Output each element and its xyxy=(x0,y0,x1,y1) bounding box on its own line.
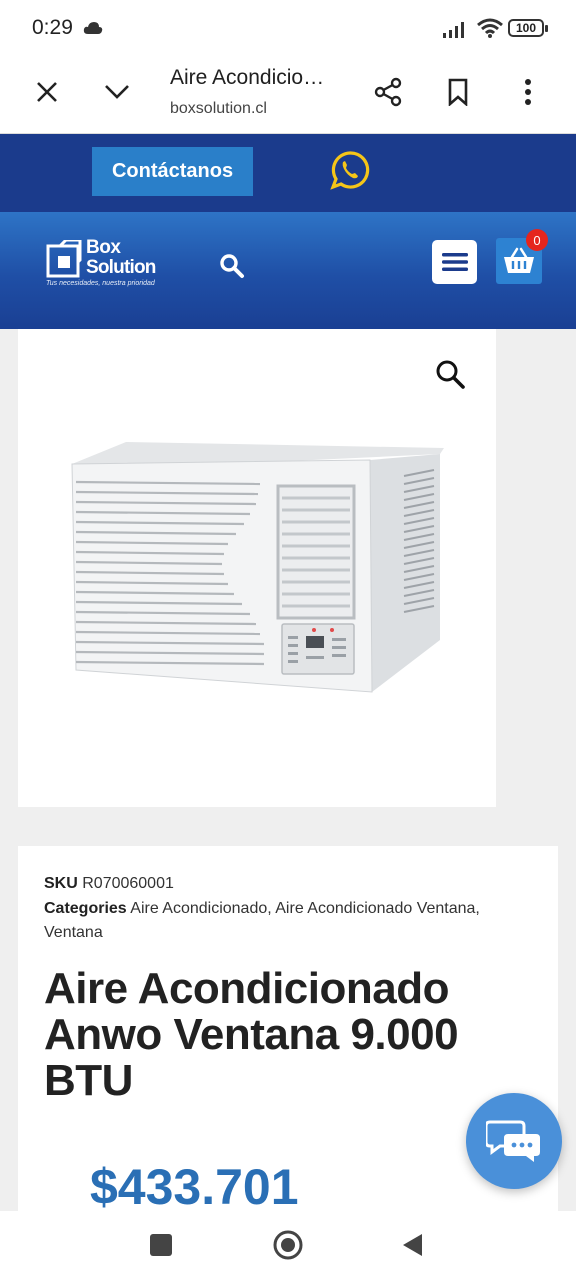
chevron-down-icon[interactable] xyxy=(97,72,137,112)
cart-count-badge: 0 xyxy=(526,229,548,251)
share-icon[interactable] xyxy=(368,72,408,112)
menu-button[interactable] xyxy=(432,240,477,284)
logo-tagline: Tus necesidades, nuestra prioridad xyxy=(46,280,155,287)
zoom-icon[interactable] xyxy=(434,358,466,390)
categories-label: Categories xyxy=(44,900,127,917)
logo-text-solution: Solution xyxy=(86,257,156,278)
page-title[interactable]: Aire Acondicio… xyxy=(170,66,324,90)
sku-label: SKU xyxy=(44,875,78,892)
product-price: $433.701 xyxy=(90,1159,299,1215)
box-logo-icon xyxy=(46,240,82,278)
chat-button[interactable] xyxy=(466,1093,562,1189)
home-icon[interactable] xyxy=(272,1229,304,1261)
bookmark-icon[interactable] xyxy=(438,72,478,112)
sku-value: R070060001 xyxy=(82,875,174,892)
categories-row: Categories Aire Acondicionado, Aire Acon… xyxy=(44,897,534,945)
page-host[interactable]: boxsolution.cl xyxy=(170,100,267,118)
basket-icon xyxy=(504,247,534,273)
chat-bubbles-icon xyxy=(486,1120,540,1162)
signal-icon xyxy=(443,22,464,38)
cloud-icon xyxy=(83,22,103,34)
contact-button[interactable]: Contáctanos xyxy=(92,147,253,196)
product-title: Aire Acondicionado Anwo Ventana 9.000 BT… xyxy=(44,964,459,1105)
whatsapp-icon[interactable] xyxy=(330,150,370,190)
recents-icon[interactable] xyxy=(150,1234,172,1256)
contact-bar xyxy=(0,134,576,212)
sku-row: SKU R070060001 xyxy=(44,872,534,896)
wifi-icon xyxy=(477,18,503,38)
product-image xyxy=(71,442,444,693)
logo-text-box: Box xyxy=(86,237,121,258)
battery-indicator: 100 xyxy=(508,19,548,37)
search-icon[interactable] xyxy=(218,252,246,280)
hamburger-icon xyxy=(441,253,468,271)
more-options-icon[interactable] xyxy=(508,72,548,112)
close-tab-icon[interactable] xyxy=(27,72,67,112)
status-time: 0:29 xyxy=(32,16,73,39)
back-icon[interactable] xyxy=(400,1232,424,1258)
